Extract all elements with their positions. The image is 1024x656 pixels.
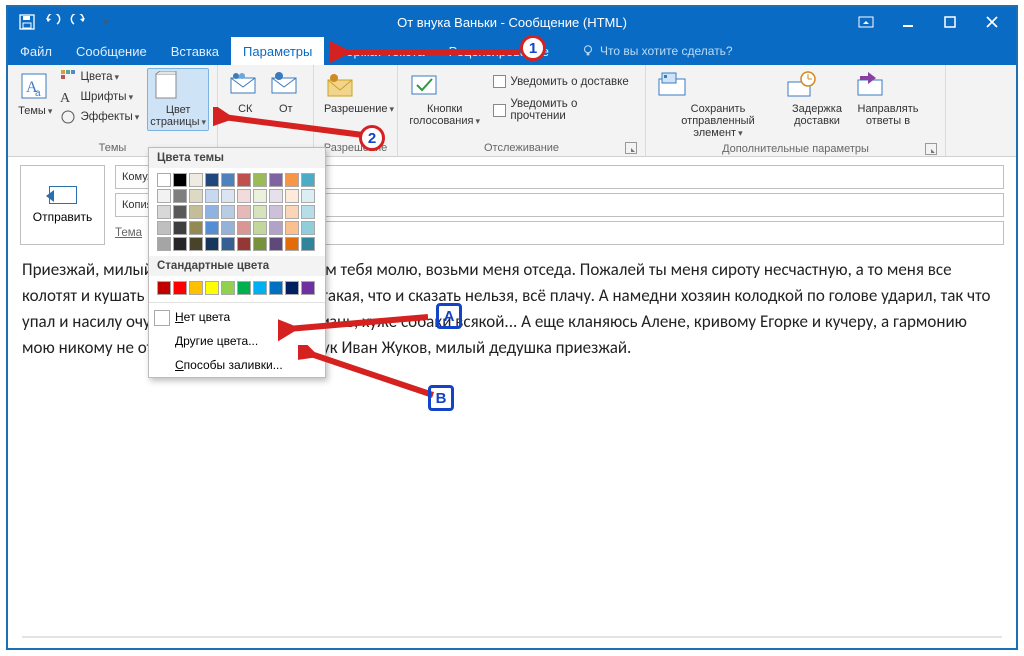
ribbon-tabs: Файл Сообщение Вставка Параметры Формат … — [8, 37, 1016, 65]
color-swatch[interactable] — [237, 173, 251, 187]
delay-delivery-button[interactable]: Задержка доставки — [784, 68, 850, 129]
ribbon-options-icon[interactable] — [848, 8, 884, 36]
svg-text:A: A — [60, 91, 71, 105]
fonts-icon: A — [60, 89, 76, 105]
bottom-border — [22, 636, 1002, 638]
title-bar: От внука Ваньки - Сообщение (HTML) — [8, 7, 1016, 37]
color-swatch[interactable] — [173, 173, 187, 187]
section-standard-colors: Стандартные цвета — [149, 256, 325, 276]
theme-swatches[interactable] — [149, 168, 325, 256]
tell-me-search[interactable]: Что вы хотите сделать? — [581, 37, 733, 65]
permission-button[interactable]: Разрешение — [322, 68, 382, 117]
page-color-dropdown: Цвета темы Стандартные цвета Нет цвета Д… — [148, 147, 326, 378]
badge-1: 1 — [520, 35, 546, 61]
group-label-tracking: Отслеживание — [406, 140, 637, 156]
tell-me-label: Что вы хотите сделать? — [600, 44, 733, 58]
no-color-item[interactable]: Нет цвета — [149, 305, 325, 329]
section-theme-colors: Цвета темы — [149, 148, 325, 168]
tab-format-text[interactable]: Формат текста — [324, 37, 436, 65]
tab-insert[interactable]: Вставка — [159, 37, 231, 65]
badge-a: A — [436, 303, 462, 329]
effects-icon — [60, 109, 76, 125]
delivery-receipt-checkbox[interactable]: Уведомить о доставке — [491, 74, 637, 89]
page-color-button[interactable]: Цвет страницы — [147, 68, 209, 131]
voting-buttons[interactable]: Кнопки голосования — [406, 68, 483, 129]
tab-options[interactable]: Параметры — [231, 37, 324, 65]
undo-icon[interactable] — [44, 13, 62, 31]
group-label-more-options: Дополнительные параметры — [654, 141, 937, 157]
badge-b: B — [428, 385, 454, 411]
redo-icon[interactable] — [70, 13, 88, 31]
ribbon: Aa Темы Цвета AШрифты Эффекты Цвет стран… — [8, 65, 1016, 157]
standard-swatches[interactable] — [149, 276, 325, 300]
send-button[interactable]: Отправить — [20, 165, 105, 245]
maximize-button[interactable] — [932, 8, 968, 36]
close-button[interactable] — [974, 8, 1010, 36]
fill-effects-item[interactable]: Способы заливки... — [149, 353, 325, 377]
save-sent-item-button[interactable]: Сохранить отправленный элемент — [654, 68, 782, 141]
tab-file[interactable]: Файл — [8, 37, 64, 65]
theme-effects-button[interactable]: Эффекты — [58, 108, 141, 126]
theme-colors-button[interactable]: Цвета — [58, 68, 141, 86]
read-receipt-checkbox[interactable]: Уведомить о прочтении — [491, 97, 637, 123]
color-swatch[interactable] — [205, 173, 219, 187]
direct-replies-button[interactable]: Направлять ответы в — [852, 68, 924, 129]
color-swatch[interactable] — [157, 173, 171, 187]
svg-text:a: a — [35, 88, 41, 99]
color-swatch[interactable] — [253, 173, 267, 187]
qat-customize-icon[interactable] — [96, 13, 114, 31]
quick-access-toolbar — [8, 13, 114, 31]
theme-fonts-button[interactable]: AШрифты — [58, 88, 141, 106]
color-swatch[interactable] — [269, 173, 283, 187]
dialog-launcher-icon[interactable] — [625, 142, 637, 154]
color-swatch[interactable] — [285, 173, 299, 187]
tab-message[interactable]: Сообщение — [64, 37, 159, 65]
envelope-icon — [49, 186, 77, 204]
save-icon[interactable] — [18, 13, 36, 31]
from-button[interactable]: От — [267, 68, 306, 117]
dialog-launcher-icon[interactable] — [925, 143, 937, 155]
more-colors-item[interactable]: Другие цвета... — [149, 329, 325, 353]
palette-icon — [60, 69, 76, 85]
themes-button[interactable]: Aa Темы — [16, 68, 54, 119]
minimize-button[interactable] — [890, 8, 926, 36]
badge-2: 2 — [359, 125, 385, 151]
bcc-button[interactable]: СК — [226, 68, 265, 117]
color-swatch[interactable] — [301, 173, 315, 187]
color-swatch[interactable] — [221, 173, 235, 187]
color-swatch[interactable] — [189, 173, 203, 187]
